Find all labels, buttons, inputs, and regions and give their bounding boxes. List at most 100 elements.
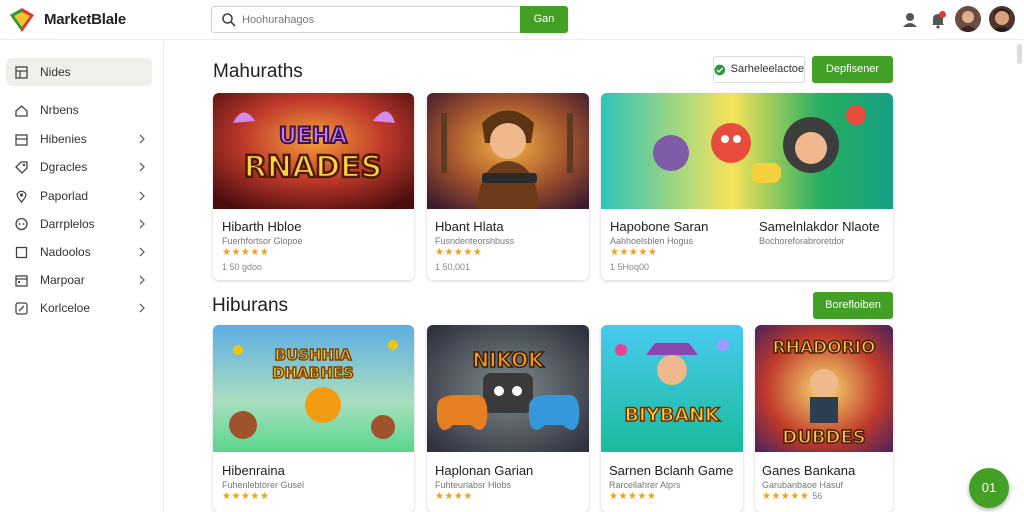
game-developer: Fusndenteorshbuss: [435, 236, 515, 246]
game-developer: Fuerhfortsor Glopoe: [222, 236, 303, 246]
game-title: Ganes Bankana: [762, 463, 856, 478]
sidebar-item[interactable]: Paporlad: [6, 182, 152, 210]
rating-stars: ★★★★★: [222, 247, 270, 258]
brand-name[interactable]: MarketBlale: [44, 11, 126, 28]
rating-stars: ★★★★★ 56: [762, 491, 822, 502]
sidebar-item[interactable]: Nides: [6, 58, 152, 86]
chevron-right-icon: [139, 191, 145, 201]
section-view-all-button[interactable]: Borefloiben: [813, 292, 893, 319]
game-thumbnail: BUSHHIA DHABHES: [213, 325, 414, 452]
rating-stars: ★★★★★: [435, 247, 483, 258]
game-price: 1 50 gdoo: [222, 262, 263, 272]
search-input[interactable]: [242, 11, 512, 29]
chevron-right-icon: [139, 134, 145, 144]
sidebar-item-label: Nides: [40, 65, 71, 79]
chevron-right-icon: [139, 275, 145, 285]
sidebar-item[interactable]: Korlceloe: [6, 294, 152, 322]
section-filter-label: Sarheleelactoe: [730, 63, 804, 75]
game-thumbnail: BIYBANK: [601, 325, 743, 452]
game-card-featured[interactable]: Hapobone Saran Aahhoelsblen Hogus ★★★★★ …: [601, 93, 893, 280]
game-title: Haplonan Garian: [435, 463, 534, 478]
game-card[interactable]: BIYBANK Sarnen Bclanh Game Rarcellahrer …: [601, 325, 743, 512]
avatar-profile[interactable]: [989, 6, 1015, 32]
sidebar-item[interactable]: Darrplelos: [6, 210, 152, 238]
svg-text:DUBDES: DUBDES: [782, 427, 865, 448]
sidebar-item[interactable]: Dgracles: [6, 153, 152, 181]
game-developer: Bochoreforabroretdor: [759, 236, 845, 246]
tag-icon: [15, 160, 28, 174]
game-title: Hibenraina: [222, 463, 285, 478]
calendar-icon: [15, 274, 28, 287]
rating-stars: ★★★★★: [610, 247, 658, 258]
svg-text:NIKOK: NIKOK: [472, 348, 545, 372]
svg-text:BUSHHIA: BUSHHIA: [275, 346, 352, 364]
game-title: Hibarth Hbloe: [222, 219, 302, 234]
game-developer: Fuhteurlabsr Hlobs: [435, 480, 512, 490]
chat-icon: [15, 217, 28, 230]
game-card[interactable]: RHADORIO DUBDES Ganes Bankana Garubanbao…: [755, 325, 893, 512]
game-card[interactable]: Hbant Hlata Fusndenteorshbuss ★★★★★ 1 50…: [427, 93, 589, 280]
section-view-all-button[interactable]: Depfisener: [812, 56, 893, 83]
square-icon: [15, 246, 28, 258]
game-thumbnail: RHADORIO DUBDES: [755, 325, 893, 452]
rating-stars: ★★★★★: [222, 491, 270, 502]
svg-text:DHABHES: DHABHES: [272, 364, 354, 382]
game-thumbnail: [601, 93, 893, 209]
game-price: 1 50,001: [435, 262, 471, 272]
section-filter-button[interactable]: Sarheleelactoe: [713, 56, 805, 83]
grid-icon: [15, 65, 28, 79]
game-title: Hbant Hlata: [435, 219, 504, 234]
svg-text:RHADORIO: RHADORIO: [773, 338, 876, 358]
section-title: Hiburans: [212, 295, 289, 316]
sidebar-item-label: Nadoolos: [40, 245, 91, 259]
game-developer: Aahhoelsblen Hogus: [610, 236, 694, 246]
sidebar-item-label: Marpoar: [40, 273, 85, 287]
rating-stars: ★★★★★: [609, 491, 657, 502]
game-card[interactable]: NIKOK Haplonan Garian Fuhteurlabsr Hlobs…: [427, 325, 589, 512]
rating-count: 56: [812, 491, 823, 501]
game-title: Sarnen Bclanh Game: [609, 463, 734, 478]
avatar[interactable]: [955, 6, 981, 32]
sidebar-item[interactable]: Nadoolos: [6, 238, 152, 266]
search-button[interactable]: Gan: [520, 6, 568, 33]
svg-text:BIYBANK: BIYBANK: [624, 404, 720, 426]
svg-text:RNADES: RNADES: [244, 150, 382, 185]
sidebar-item-label: Nrbens: [40, 103, 79, 117]
game-card[interactable]: UEHA RNADES Hibarth Hbloe Fuerhfortsor G…: [213, 93, 414, 280]
bell-icon: [932, 11, 946, 29]
chevron-right-icon: [139, 303, 145, 313]
sidebar-item-label: Darrplelos: [40, 217, 95, 231]
chevron-right-icon: [139, 247, 145, 257]
game-thumbnail: [427, 93, 589, 209]
notifications-button[interactable]: [928, 10, 948, 30]
game-developer: Garubanbaoe Hasuf: [762, 480, 844, 490]
game-developer: Fuhenlebtorer Gusel: [222, 480, 305, 490]
sidebar-item[interactable]: Hibenies: [6, 125, 152, 153]
sidebar-item[interactable]: Marpoar: [6, 266, 152, 294]
game-title: Samelnlakdor Nlaote: [759, 219, 880, 234]
account-icon[interactable]: [900, 10, 920, 30]
game-thumbnail: NIKOK: [427, 325, 589, 452]
floating-action-button[interactable]: 01: [969, 468, 1009, 508]
sidebar-item[interactable]: Nrbens: [6, 96, 152, 124]
home-icon: [15, 104, 28, 117]
sidebar-item-label: Hibenies: [40, 132, 87, 146]
svg-text:UEHA: UEHA: [279, 124, 347, 149]
brand-logo-icon[interactable]: [8, 6, 36, 34]
sidebar-item-label: Korlceloe: [40, 301, 91, 315]
chevron-right-icon: [139, 219, 145, 229]
rating-stars-glyphs: ★★★★★: [762, 491, 810, 502]
location-icon: [16, 190, 27, 203]
sidebar-item-label: Paporlad: [40, 189, 89, 203]
game-thumbnail: UEHA RNADES: [213, 93, 414, 209]
section-title: Mahuraths: [213, 61, 303, 82]
game-price: 1 5Hoq00: [610, 262, 650, 272]
game-developer: Rarcellahrer Alprs: [609, 480, 681, 490]
search-icon: [222, 13, 236, 27]
game-card[interactable]: BUSHHIA DHABHES Hibenraina Fuhenlebtorer…: [213, 325, 414, 512]
top-bar: MarketBlale Gan: [0, 0, 1024, 40]
sidebar-item-label: Dgracles: [40, 160, 88, 174]
search-bar: Gan: [211, 6, 568, 33]
scrollbar[interactable]: [1017, 44, 1022, 64]
shield-icon: [714, 64, 726, 75]
